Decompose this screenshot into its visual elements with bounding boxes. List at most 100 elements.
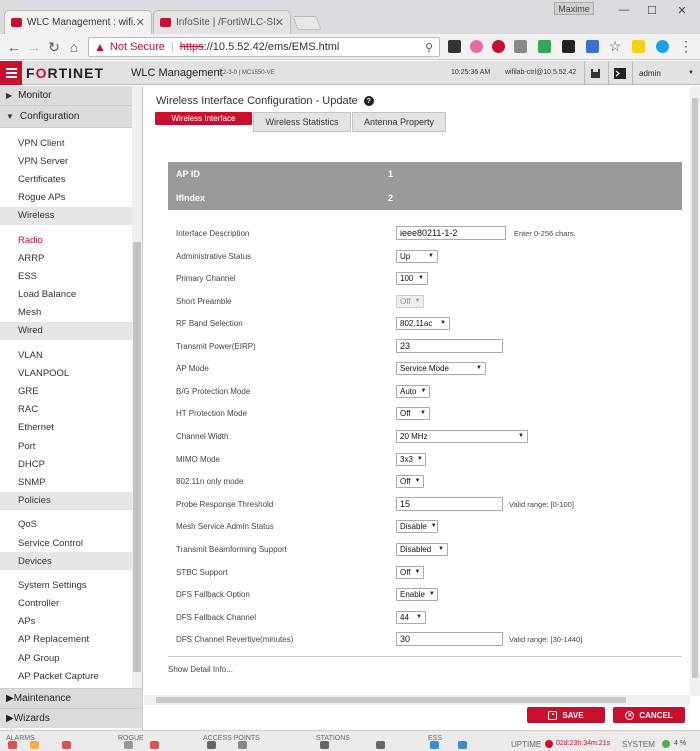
save-config-icon[interactable] bbox=[584, 61, 606, 85]
sidebar-item-ap-replacement[interactable]: AP Replacement bbox=[0, 631, 142, 649]
main-scroll-thumb[interactable] bbox=[692, 98, 698, 678]
browser-profile-chip[interactable]: Maxime bbox=[554, 2, 594, 15]
tx-power-input[interactable]: 23 bbox=[396, 339, 503, 353]
close-tab-icon[interactable]: ✕ bbox=[136, 16, 145, 29]
sidebar-item-controller[interactable]: Controller bbox=[0, 595, 142, 613]
sidebar-item-load-balance[interactable]: Load Balance bbox=[0, 286, 142, 304]
close-window-icon[interactable]: ✕ bbox=[668, 0, 696, 20]
tab-wireless-statistics[interactable]: Wireless Statistics bbox=[253, 112, 351, 132]
user-menu[interactable]: admin ▼ bbox=[632, 61, 700, 85]
help-icon[interactable]: ? bbox=[363, 96, 374, 106]
ap-mode-select[interactable]: Service Mode ▼ bbox=[396, 361, 486, 375]
translate-extension-icon[interactable] bbox=[586, 40, 599, 53]
sidebar-item-vpn-server[interactable]: VPN Server bbox=[0, 152, 142, 170]
cli-terminal-icon[interactable] bbox=[608, 61, 630, 85]
station-icon[interactable] bbox=[320, 741, 329, 749]
sidebar-scrollbar[interactable] bbox=[132, 86, 142, 730]
sidebar-item-vlanpool[interactable]: VLANPOOL bbox=[0, 364, 142, 382]
rf-band-select[interactable]: 802.11ac ▼ bbox=[396, 316, 450, 330]
refresh-extension-icon[interactable] bbox=[514, 40, 527, 53]
dfs-fallback-channel-select[interactable]: 44 ▼ bbox=[396, 610, 426, 624]
channel-width-select[interactable]: 20 MHz ▼ bbox=[396, 429, 528, 443]
sidebar-group-wireless[interactable]: Wireless bbox=[0, 206, 142, 225]
sidebar-item-ap-group[interactable]: AP Group bbox=[0, 649, 142, 667]
beamforming-select[interactable]: Disabled ▼ bbox=[396, 542, 448, 556]
reload-icon[interactable]: ↻ bbox=[46, 39, 62, 55]
sidebar-item-vlan[interactable]: VLAN bbox=[0, 346, 142, 364]
sidebar-item-rogue-aps[interactable]: Rogue APs bbox=[0, 189, 142, 207]
tab-antenna-property[interactable]: Antenna Property bbox=[352, 112, 446, 132]
sidebar-item-rac[interactable]: RAC bbox=[0, 401, 142, 419]
alarm-warning-icon[interactable] bbox=[30, 741, 39, 749]
close-tab-icon[interactable]: ✕ bbox=[275, 16, 284, 29]
sidebar-item-qos[interactable]: QoS bbox=[0, 516, 142, 534]
extension-icon[interactable] bbox=[448, 40, 461, 53]
pocket-icon[interactable] bbox=[470, 40, 483, 53]
note-extension-icon[interactable] bbox=[562, 40, 575, 53]
ess-wifi-icon[interactable] bbox=[458, 741, 467, 749]
sidebar-scroll-thumb[interactable] bbox=[133, 242, 141, 672]
new-tab-button[interactable] bbox=[292, 16, 322, 30]
mesh-admin-select[interactable]: Disable ▼ bbox=[396, 519, 438, 533]
n-only-mode-select[interactable]: Off ▼ bbox=[396, 474, 424, 488]
skype-extension-icon[interactable] bbox=[656, 40, 669, 53]
sidebar-group-policies[interactable]: Policies bbox=[0, 491, 142, 510]
access-point-icon[interactable] bbox=[207, 741, 216, 749]
mimo-mode-select[interactable]: 3x3 ▼ bbox=[396, 452, 426, 466]
alarm-icon[interactable] bbox=[8, 741, 17, 749]
primary-channel-select[interactable]: 100 ▼ bbox=[396, 271, 428, 285]
address-bar[interactable]: ▲ Not Secure | https ://10.5.52.42/ems/E… bbox=[88, 37, 440, 57]
dfs-fallback-option-select[interactable]: Enable ▼ bbox=[396, 587, 438, 601]
sidebar-section-configuration[interactable]: ▼ Configuration bbox=[0, 106, 142, 128]
tab-wireless-interface[interactable]: Wireless Interface bbox=[155, 112, 252, 125]
sidebar-item-port[interactable]: Port bbox=[0, 437, 142, 455]
access-point-down-icon[interactable] bbox=[238, 741, 247, 749]
stbc-select[interactable]: Off ▼ bbox=[396, 565, 424, 579]
sidebar-item-radio[interactable]: Radio bbox=[0, 231, 142, 249]
admin-status-select[interactable]: Up ▼ bbox=[396, 249, 438, 263]
main-horizontal-scrollbar[interactable] bbox=[144, 695, 690, 705]
home-icon[interactable]: ⌂ bbox=[66, 39, 82, 55]
back-arrow-icon[interactable]: ← bbox=[6, 39, 22, 55]
search-icon[interactable]: ⚲ bbox=[425, 41, 433, 54]
maximize-window-icon[interactable]: ☐ bbox=[638, 0, 666, 20]
sidebar-item-ess[interactable]: ESS bbox=[0, 267, 142, 285]
sidebar-section-monitor[interactable]: ▶ Monitor bbox=[0, 86, 142, 106]
sidebar-group-devices[interactable]: Devices bbox=[0, 552, 142, 571]
main-hscroll-thumb[interactable] bbox=[156, 697, 626, 703]
highlight-extension-icon[interactable] bbox=[632, 40, 645, 53]
sidebar-item-dhcp[interactable]: DHCP bbox=[0, 455, 142, 473]
sidebar-item-gre[interactable]: GRE bbox=[0, 382, 142, 400]
sidebar-item-ap-packet-capture[interactable]: AP Packet Capture bbox=[0, 667, 142, 685]
sidebar-section-maintenance[interactable]: ▶ Maintenance bbox=[0, 688, 142, 708]
dfs-revertive-input[interactable]: 30 bbox=[396, 632, 503, 646]
bg-protection-select[interactable]: Auto ▼ bbox=[396, 384, 430, 398]
sidebar-group-wired[interactable]: Wired bbox=[0, 321, 142, 341]
interface-description-input[interactable]: ieee80211-1-2 bbox=[396, 226, 506, 240]
browser-tab-infosite[interactable]: InfoSite | /FortiWLC-SD/... ✕ bbox=[153, 10, 291, 34]
ht-protection-select[interactable]: Off ▼ bbox=[396, 406, 430, 420]
station-wired-icon[interactable] bbox=[376, 741, 385, 749]
minimize-window-icon[interactable]: — bbox=[610, 0, 638, 20]
rogue-alert-icon[interactable] bbox=[150, 741, 159, 749]
probe-threshold-input[interactable]: 15 bbox=[396, 497, 503, 511]
sidebar-item-ethernet[interactable]: Ethernet bbox=[0, 419, 142, 437]
cancel-button[interactable]: ✕ CANCEL bbox=[613, 707, 685, 723]
sidebar-item-aps[interactable]: APs bbox=[0, 613, 142, 631]
save-button[interactable]: ▪ SAVE bbox=[527, 707, 605, 723]
google-extension-icon[interactable] bbox=[538, 40, 551, 53]
browser-menu-icon[interactable]: ⋮ bbox=[678, 38, 694, 54]
sidebar-item-service-control[interactable]: Service Control bbox=[0, 534, 142, 552]
sidebar-item-system-settings[interactable]: System Settings bbox=[0, 576, 142, 594]
ess-wifi-icon[interactable] bbox=[430, 741, 439, 749]
bookmark-star-icon[interactable]: ☆ bbox=[607, 38, 623, 54]
sidebar-item-snmp[interactable]: SNMP bbox=[0, 473, 142, 491]
hamburger-menu-icon[interactable] bbox=[0, 61, 22, 85]
browser-tab-wlc[interactable]: WLC Management : wifi... ✕ bbox=[4, 10, 152, 34]
sidebar-item-vpn-client[interactable]: VPN Client bbox=[0, 134, 142, 152]
alarm-critical-icon[interactable] bbox=[62, 741, 71, 749]
sidebar-item-arrp[interactable]: ARRP bbox=[0, 249, 142, 267]
sidebar-item-mesh[interactable]: Mesh bbox=[0, 304, 142, 322]
pinterest-icon[interactable] bbox=[492, 40, 505, 53]
show-detail-link[interactable]: Show Detail Info... bbox=[168, 656, 682, 674]
